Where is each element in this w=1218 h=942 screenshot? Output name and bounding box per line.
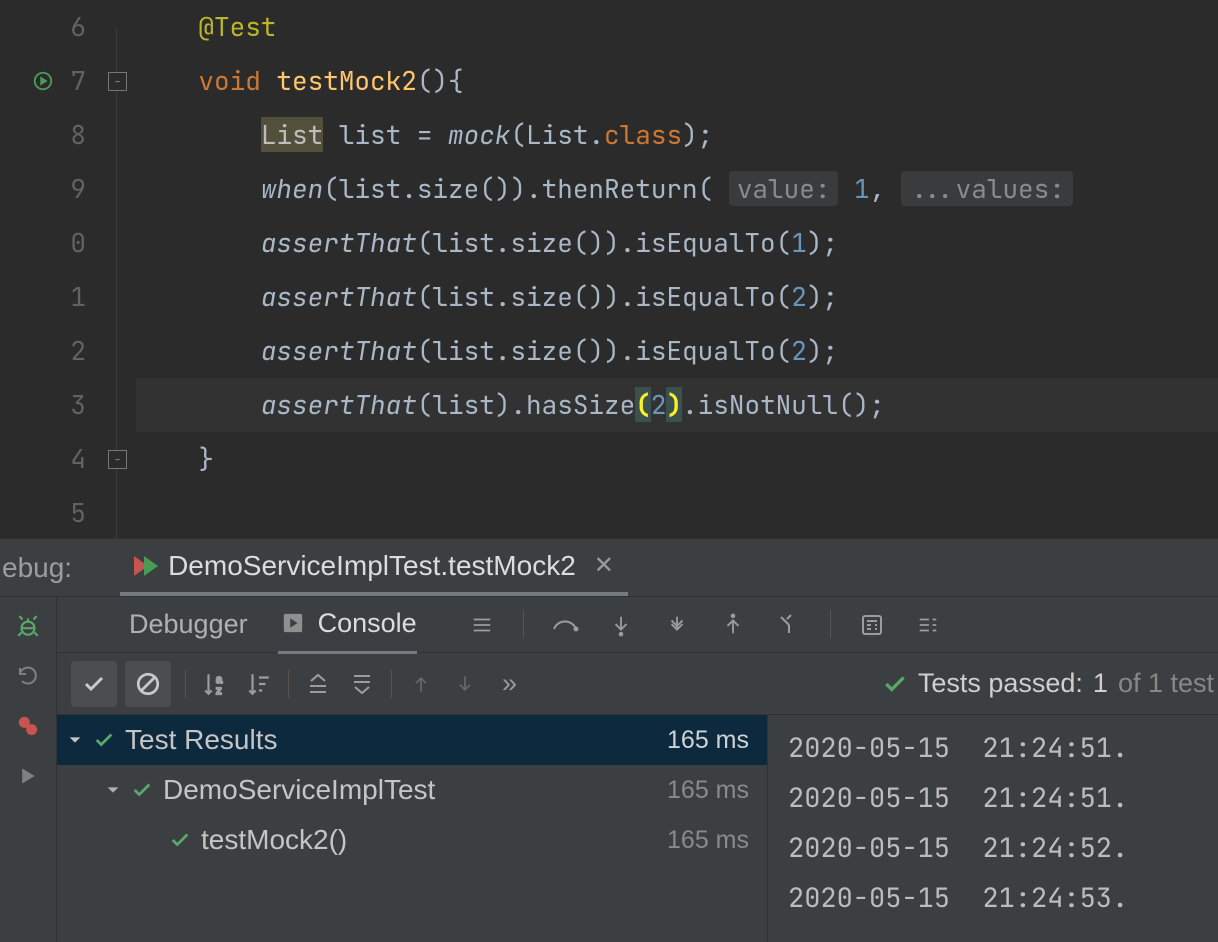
tab-console-label: Console xyxy=(318,608,417,639)
step-toolbar xyxy=(467,610,943,640)
rerun-icon[interactable] xyxy=(13,661,43,691)
code-area[interactable]: @Test void testMock2(){ List list = mock… xyxy=(132,0,1218,538)
expand-all-icon[interactable] xyxy=(303,669,333,699)
collapse-all-icon[interactable] xyxy=(347,669,377,699)
code-line[interactable] xyxy=(136,486,1218,538)
debug-label: ebug: xyxy=(0,552,72,584)
force-step-into-icon[interactable] xyxy=(662,610,692,640)
test-toolbar: az » Tests passed: 1 of xyxy=(57,653,1218,715)
code-line[interactable]: when(list.size()).thenReturn( value: 1, … xyxy=(136,162,1218,216)
line-number: 3 xyxy=(0,378,86,432)
separator xyxy=(391,670,392,698)
tree-test-row[interactable]: testMock2() 165 ms xyxy=(57,815,767,865)
close-tab-icon[interactable]: ✕ xyxy=(594,551,614,580)
line-number: 5 xyxy=(0,486,86,538)
toggle-breakpoints-icon[interactable] xyxy=(13,711,43,741)
separator xyxy=(830,610,831,638)
run-tab-row: ebug: DemoServiceImplTest.testMock2 ✕ xyxy=(0,539,1218,597)
resume-icon[interactable] xyxy=(13,761,43,791)
line-number: 9 xyxy=(0,162,86,216)
step-over-icon[interactable] xyxy=(550,610,580,640)
code-line[interactable]: assertThat(list.size()).isEqualTo(1); xyxy=(136,216,1218,270)
code-line[interactable]: } xyxy=(136,432,1218,486)
tests-passed-label: Tests passed: xyxy=(918,668,1083,699)
more-icon[interactable]: » xyxy=(502,668,517,699)
prev-failed-icon[interactable] xyxy=(406,669,436,699)
fold-column[interactable]: −− xyxy=(102,0,132,538)
sort-duration-icon[interactable] xyxy=(244,669,274,699)
separator xyxy=(185,670,186,698)
tests-passed-count: 1 xyxy=(1093,668,1108,699)
code-editor[interactable]: 6789012345 −− @Test void testMock2(){ Li… xyxy=(0,0,1218,538)
run-config-icon xyxy=(134,556,158,576)
line-number: 4 xyxy=(0,432,86,486)
step-into-icon[interactable] xyxy=(606,610,636,640)
check-icon xyxy=(882,671,908,697)
code-line[interactable]: List list = mock(List.class); xyxy=(136,108,1218,162)
run-config-title: DemoServiceImplTest.testMock2 xyxy=(168,550,576,582)
line-number: 2 xyxy=(0,324,86,378)
tree-test-label: testMock2() xyxy=(201,824,347,856)
debug-left-toolbar xyxy=(0,597,57,942)
bug-rerun-icon[interactable] xyxy=(13,611,43,641)
tree-suite-time: 165 ms xyxy=(667,776,749,805)
console-output[interactable]: 2020-05-15 21:24:51. 2020-05-15 21:24:51… xyxy=(768,715,1218,942)
debug-subtabs: Debugger Console xyxy=(57,597,1218,653)
run-config-tab[interactable]: DemoServiceImplTest.testMock2 ✕ xyxy=(120,539,628,596)
show-ignored-button[interactable] xyxy=(125,661,171,707)
line-number: 8 xyxy=(0,108,86,162)
code-line[interactable]: assertThat(list).hasSize(2).isNotNull(); xyxy=(136,378,1218,432)
step-out-icon[interactable] xyxy=(718,610,748,640)
tree-suite-label: DemoServiceImplTest xyxy=(163,774,435,806)
tab-debugger[interactable]: Debugger xyxy=(129,597,248,652)
tab-console[interactable]: Console xyxy=(278,596,417,654)
tab-debugger-label: Debugger xyxy=(129,609,248,640)
tree-test-time: 165 ms xyxy=(667,826,749,855)
console-play-icon xyxy=(278,608,308,638)
separator xyxy=(288,670,289,698)
line-number: 0 xyxy=(0,216,86,270)
run-test-gutter-icon[interactable] xyxy=(32,70,54,92)
fold-open-icon[interactable]: − xyxy=(108,72,127,91)
code-line[interactable]: @Test xyxy=(136,0,1218,54)
svg-text:z: z xyxy=(216,684,221,696)
show-passed-button[interactable] xyxy=(71,661,117,707)
test-tree[interactable]: Test Results 165 ms DemoServiceImplTest … xyxy=(57,715,768,942)
test-status: Tests passed: 1 of 1 test xyxy=(882,668,1218,699)
line-number: 1 xyxy=(0,270,86,324)
check-icon xyxy=(93,729,115,751)
separator xyxy=(523,610,524,638)
chevron-down-icon[interactable] xyxy=(105,782,121,798)
debug-tool-window: ebug: DemoServiceImplTest.testMock2 ✕ xyxy=(0,538,1218,942)
tests-total-label: of 1 test xyxy=(1118,668,1214,699)
tree-suite-row[interactable]: DemoServiceImplTest 165 ms xyxy=(57,765,767,815)
line-number: 6 xyxy=(0,0,86,54)
tree-root-row[interactable]: Test Results 165 ms xyxy=(57,715,767,765)
editor-gutter: 6789012345 xyxy=(0,0,102,538)
chevron-down-icon[interactable] xyxy=(67,732,83,748)
next-failed-icon[interactable] xyxy=(450,669,480,699)
run-to-cursor-icon[interactable] xyxy=(774,610,804,640)
fold-close-icon[interactable]: − xyxy=(108,450,127,469)
check-icon xyxy=(131,779,153,801)
sort-alpha-icon[interactable]: az xyxy=(200,669,230,699)
threads-icon[interactable] xyxy=(467,610,497,640)
tree-root-label: Test Results xyxy=(125,724,278,756)
evaluate-icon[interactable] xyxy=(857,610,887,640)
code-line[interactable]: void testMock2(){ xyxy=(136,54,1218,108)
tree-root-time: 165 ms xyxy=(667,726,749,755)
code-line[interactable]: assertThat(list.size()).isEqualTo(2); xyxy=(136,324,1218,378)
line-number: 7 xyxy=(0,54,86,108)
check-icon xyxy=(169,829,191,851)
trace-icon[interactable] xyxy=(913,610,943,640)
code-line[interactable]: assertThat(list.size()).isEqualTo(2); xyxy=(136,270,1218,324)
